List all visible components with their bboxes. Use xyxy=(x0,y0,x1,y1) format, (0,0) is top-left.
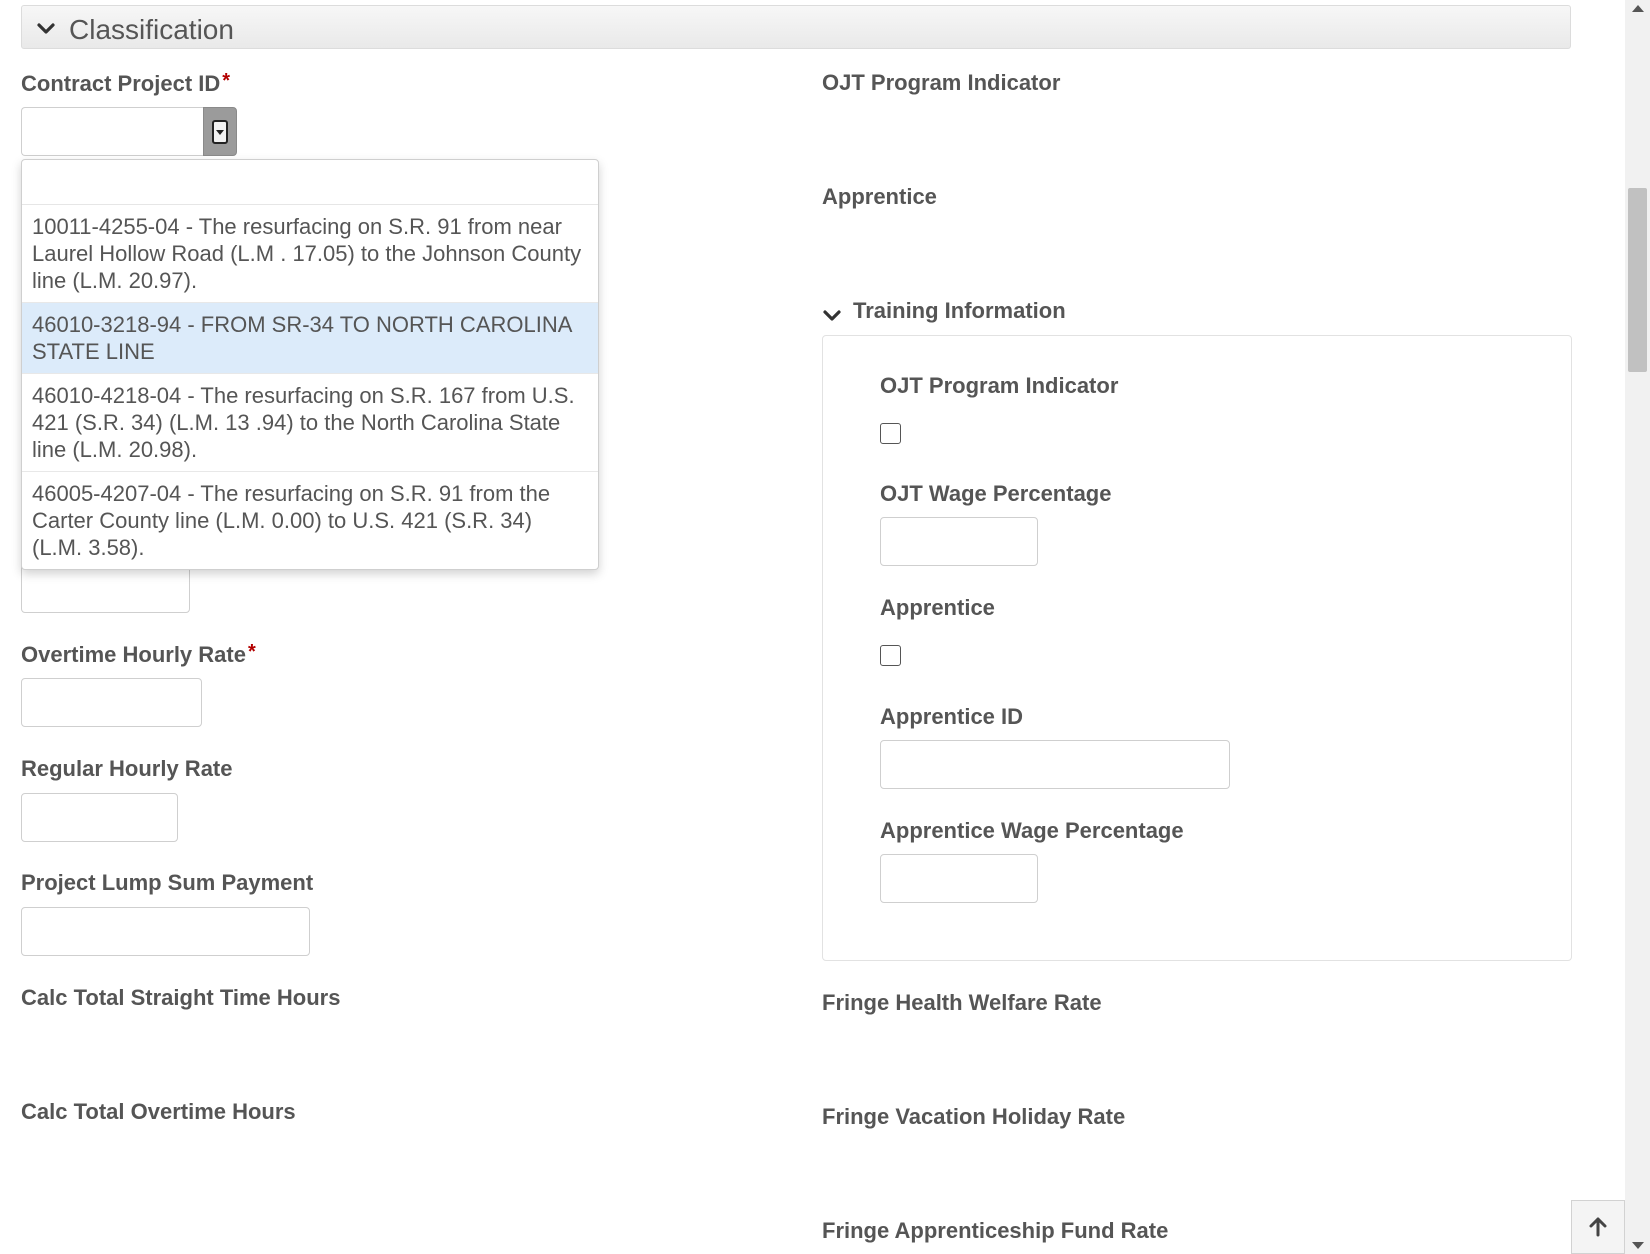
training-ojt-program-indicator-label: OJT Program Indicator xyxy=(880,373,1119,398)
contract-project-id-listbox[interactable]: 10011-4255-04 - The resurfacing on S.R. … xyxy=(21,159,599,570)
section-title: Classification xyxy=(69,14,234,45)
listbox-filter[interactable] xyxy=(22,160,598,205)
contract-project-id-dropdown-button[interactable] xyxy=(203,107,237,156)
vertical-scrollbar[interactable] xyxy=(1625,0,1650,1254)
classification-section-header[interactable]: Classification xyxy=(21,5,1571,49)
contract-project-id-input[interactable] xyxy=(21,107,204,156)
scroll-up-arrow-icon[interactable] xyxy=(1632,5,1644,12)
list-item[interactable]: 46005-4207-04 - The resurfacing on S.R. … xyxy=(22,472,598,569)
fringe-health-welfare-rate-label: Fringe Health Welfare Rate xyxy=(822,990,1102,1015)
training-information-title: Training Information xyxy=(853,298,1066,323)
fringe-vacation-holiday-rate-label: Fringe Vacation Holiday Rate xyxy=(822,1104,1126,1129)
chevron-down-icon xyxy=(37,23,55,34)
dropdown-toggle-icon xyxy=(212,120,228,144)
training-information-panel: OJT Program Indicator OJT Wage Percentag… xyxy=(822,335,1572,961)
list-item[interactable]: 10011-4255-04 - The resurfacing on S.R. … xyxy=(22,205,598,303)
hidden-field-input[interactable] xyxy=(21,563,190,613)
list-item[interactable]: 46010-4218-04 - The resurfacing on S.R. … xyxy=(22,374,598,472)
required-marker: * xyxy=(222,70,231,92)
fringe-apprenticeship-fund-rate-label: Fringe Apprenticeship Fund Rate xyxy=(822,1218,1169,1243)
apprentice-wage-percentage-label: Apprentice Wage Percentage xyxy=(880,818,1184,843)
scrollbar-thumb[interactable] xyxy=(1628,188,1647,372)
scroll-to-top-button[interactable] xyxy=(1571,1200,1625,1254)
regular-hourly-rate-label: Regular Hourly Rate xyxy=(21,756,233,781)
apprentice-wage-percentage-input[interactable] xyxy=(880,854,1038,903)
ojt-wage-percentage-input[interactable] xyxy=(880,517,1038,566)
calc-total-straight-time-hours-label: Calc Total Straight Time Hours xyxy=(21,985,341,1010)
overtime-hourly-rate-input[interactable] xyxy=(21,678,202,727)
apprentice-id-label: Apprentice ID xyxy=(880,704,1024,729)
scroll-down-arrow-icon[interactable] xyxy=(1632,1242,1644,1249)
apprentice-id-input[interactable] xyxy=(880,740,1230,789)
contract-project-id-label: Contract Project ID * xyxy=(21,70,231,96)
regular-hourly-rate-input[interactable] xyxy=(21,793,178,842)
list-item[interactable]: 46010-3218-94 - FROM SR-34 TO NORTH CARO… xyxy=(22,303,598,374)
required-marker: * xyxy=(247,641,256,663)
form-page: Classification Contract Project ID * 1001… xyxy=(0,0,1625,1254)
ojt-program-indicator-checkbox[interactable] xyxy=(880,423,901,444)
arrow-up-icon xyxy=(1589,1217,1607,1237)
ojt-program-indicator-label: OJT Program Indicator xyxy=(822,70,1061,95)
overtime-hourly-rate-label: Overtime Hourly Rate * xyxy=(21,641,256,667)
project-lump-sum-payment-input[interactable] xyxy=(21,907,310,956)
chevron-down-icon xyxy=(823,310,841,321)
project-lump-sum-payment-label: Project Lump Sum Payment xyxy=(21,870,314,895)
training-apprentice-label: Apprentice xyxy=(880,595,995,620)
apprentice-label: Apprentice xyxy=(822,184,937,209)
apprentice-checkbox[interactable] xyxy=(880,645,901,666)
calc-total-overtime-hours-label: Calc Total Overtime Hours xyxy=(21,1099,296,1124)
ojt-wage-percentage-label: OJT Wage Percentage xyxy=(880,481,1112,506)
